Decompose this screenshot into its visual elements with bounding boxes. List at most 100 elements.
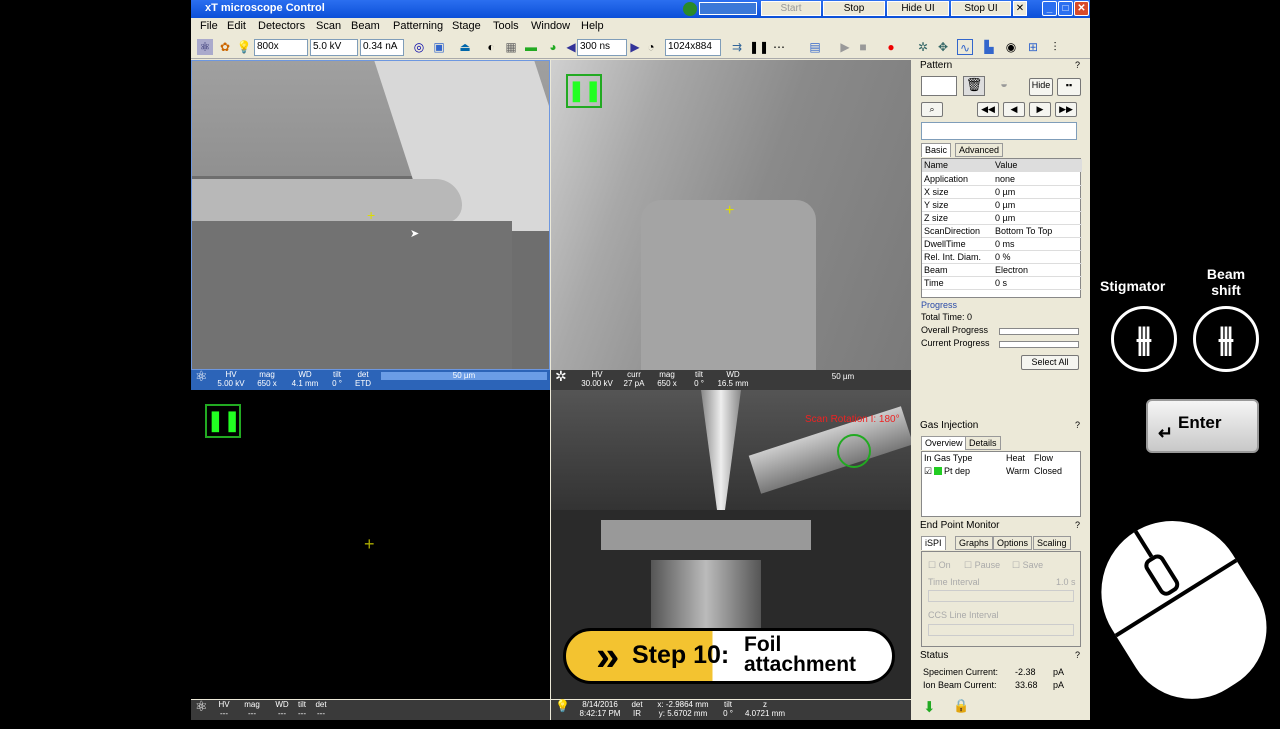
tab-options[interactable]: Options	[993, 536, 1033, 550]
app-window: xT microscope Control Start Stop Hide UI…	[191, 0, 1090, 720]
beam-value[interactable]: Electron	[995, 265, 1028, 275]
navigation-icon[interactable]: ✥	[935, 39, 951, 55]
help-icon-status[interactable]: ?	[1075, 650, 1080, 660]
tuning-icon[interactable]: ⫶	[1047, 39, 1063, 55]
select-all-button[interactable]: Select All	[1021, 355, 1079, 370]
lightbulb-icon[interactable]: 💡	[236, 39, 252, 55]
gas-flow[interactable]: Closed	[1034, 466, 1062, 476]
lut-icon[interactable]: ◕	[545, 39, 561, 55]
menu-scan[interactable]: Scan	[316, 20, 341, 32]
brightness-icon[interactable]: ▦	[503, 39, 519, 55]
alignment-icon[interactable]: ⊞	[1025, 39, 1041, 55]
dwell-right-icon[interactable]: ▶	[627, 39, 643, 55]
help-icon-gas[interactable]: ?	[1075, 420, 1080, 430]
on-checkbox[interactable]: ☐ On	[928, 560, 951, 571]
menu-help[interactable]: Help	[581, 20, 604, 32]
play-icon[interactable]: ▶	[837, 39, 853, 55]
menu-window[interactable]: Window	[531, 20, 570, 32]
menu-file[interactable]: File	[200, 20, 218, 32]
fill-icon[interactable]: ◒	[989, 76, 1019, 96]
beam-icon[interactable]: ⚛	[197, 39, 213, 55]
last-icon[interactable]: ▶▶	[1055, 102, 1077, 117]
pattern-dropdown[interactable]	[921, 122, 1077, 140]
eye-icon[interactable]: ◉	[1003, 39, 1019, 55]
tab-overview[interactable]: Overview	[921, 436, 967, 450]
help-icon-epm[interactable]: ?	[1075, 520, 1080, 530]
vacuum-status-icon[interactable]: ⬇	[923, 698, 936, 716]
tab-advanced[interactable]: Advanced	[955, 143, 1004, 157]
contrast-icon[interactable]: ◐	[483, 39, 499, 55]
stage-icon[interactable]: ⏏	[457, 39, 473, 55]
pattern-link-icon[interactable]: ▪▪	[1057, 78, 1081, 96]
close-ui-icon[interactable]: ✕	[1013, 1, 1027, 16]
time-interval-slider[interactable]	[928, 590, 1074, 602]
menu-detectors[interactable]: Detectors	[258, 20, 305, 32]
lock-icon[interactable]: 🔒	[953, 698, 969, 714]
minimize-icon[interactable]: _	[1042, 1, 1057, 16]
magnification-field[interactable]: 800x	[254, 39, 308, 56]
tab-ispi[interactable]: iSPI	[921, 536, 946, 550]
settings-icon[interactable]: ✲	[915, 39, 931, 55]
trash-icon[interactable]: 🗑	[963, 76, 985, 96]
pause-indicator-icon-2: ❚❚	[205, 404, 241, 438]
help-icon[interactable]: ?	[1075, 60, 1080, 70]
quad-3-image[interactable]: ❚❚ +	[191, 390, 550, 699]
line-integrate-icon[interactable]: ⋯	[771, 39, 787, 55]
prev-icon[interactable]: ◀	[1003, 102, 1025, 117]
hv-field[interactable]: 5.0 kV	[310, 39, 358, 56]
save-checkbox[interactable]: ☐ Save	[1012, 560, 1043, 571]
zoom-icon[interactable]: ⌕	[921, 102, 943, 117]
tab-scaling[interactable]: Scaling	[1033, 536, 1071, 550]
stop-ui-button[interactable]: Stop UI	[951, 1, 1011, 16]
stage-page-icon[interactable]: ▙	[981, 39, 997, 55]
hide-ui-button[interactable]: Hide UI	[887, 1, 949, 16]
record-icon[interactable]: ●	[883, 39, 899, 55]
menu-patterning[interactable]: Patterning	[393, 20, 443, 32]
first-icon[interactable]: ◀◀	[977, 102, 999, 117]
detector-icon[interactable]: ✿	[217, 39, 233, 55]
patterning-icon[interactable]: ∿	[957, 39, 973, 55]
resolution-field[interactable]: 1024x884	[665, 39, 721, 56]
pause-checkbox[interactable]: ☐ Pause	[964, 560, 1000, 571]
ion-beam-current-unit: pA	[1053, 680, 1065, 690]
scan-speed-icon[interactable]: ⇉	[729, 39, 745, 55]
reduced-area-icon[interactable]: ▣	[431, 39, 447, 55]
dwell-time-field[interactable]: 300 ns	[577, 39, 627, 56]
snapshot-icon[interactable]: ▤	[807, 39, 823, 55]
menu-stage[interactable]: Stage	[452, 20, 481, 32]
beam-current-field[interactable]: 0.34 nA	[360, 39, 404, 56]
close-icon[interactable]: ✕	[1074, 1, 1089, 16]
start-button[interactable]: Start	[761, 1, 821, 16]
ccs-slider[interactable]	[928, 624, 1074, 636]
quad-2-image[interactable]: + ❚❚	[551, 60, 911, 370]
z-size-value[interactable]: 0 µm	[995, 213, 1015, 223]
gas-checkbox[interactable]: ☑	[924, 466, 932, 477]
pause-icon[interactable]: ❚❚	[749, 39, 769, 55]
menu-beam[interactable]: Beam	[351, 20, 380, 32]
x-size-value[interactable]: 0 µm	[995, 187, 1015, 197]
menu-tools[interactable]: Tools	[493, 20, 519, 32]
gas-status-icon	[934, 467, 942, 475]
tab-graphs[interactable]: Graphs	[955, 536, 993, 550]
scan-direction-value[interactable]: Bottom To Top	[995, 226, 1052, 236]
clock-icon[interactable]: ◔	[643, 39, 659, 55]
dwell-time-value[interactable]: 0 ms	[995, 239, 1015, 249]
maximize-icon[interactable]: □	[1058, 1, 1073, 16]
hide-button[interactable]: Hide	[1029, 78, 1053, 96]
stop-button[interactable]: Stop	[823, 1, 885, 16]
q3-wd: ---	[278, 709, 286, 718]
crosshair-icon[interactable]: ◎	[411, 39, 427, 55]
next-icon[interactable]: ▶	[1029, 102, 1051, 117]
rel-int-diam-value[interactable]: 0 %	[995, 252, 1011, 262]
y-size-value[interactable]: 0 µm	[995, 200, 1015, 210]
menu-edit[interactable]: Edit	[227, 20, 246, 32]
application-value[interactable]: none	[995, 174, 1015, 184]
gas-heat[interactable]: Warm	[1006, 466, 1030, 476]
overall-progress-label: Overall Progress	[921, 325, 989, 335]
shape-select-icon[interactable]	[921, 76, 957, 96]
tab-basic[interactable]: Basic	[921, 143, 952, 157]
tab-details[interactable]: Details	[965, 436, 1001, 450]
quad-1-image[interactable]: + ➤	[191, 60, 550, 370]
stop-pattern-icon[interactable]: ■	[855, 39, 871, 55]
video-icon[interactable]: ▬	[523, 39, 539, 55]
